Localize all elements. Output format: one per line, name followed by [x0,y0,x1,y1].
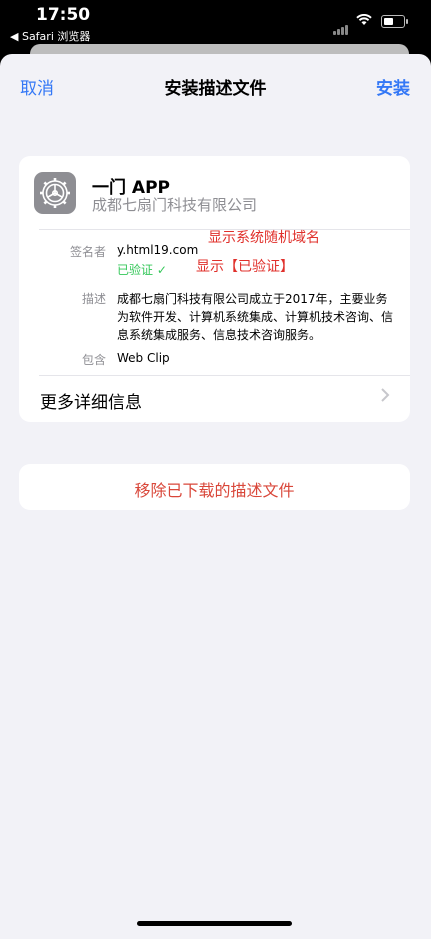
annotation-verified: 显示【已验证】 [196,259,294,275]
remove-profile-button[interactable]: 移除已下载的描述文件 [19,464,410,510]
status-bar: 17:50 ◀ Safari 浏览器 [0,0,431,44]
chevron-right-icon [380,387,390,408]
signer-value: y.html19.com [117,243,199,257]
signal-icon [333,16,349,35]
remove-profile-label: 移除已下载的描述文件 [134,481,295,500]
navigation-bar: 取消 安装描述文件 安装 [0,54,431,114]
battery-icon [381,15,408,28]
page-title: 安装描述文件 [164,79,267,99]
install-profile-sheet: 取消 安装描述文件 安装 一门 APP 成都七扇门科技有限公司 签名者 y.ht… [0,54,431,939]
home-indicator[interactable] [137,921,292,926]
status-time: 17:50 [36,5,91,25]
description-label: 描述 [81,292,106,306]
settings-gear-icon [34,172,76,214]
contains-value: Web Clip [117,351,170,365]
verified-badge: 已验证 ✓ [117,263,167,277]
profile-organization: 成都七扇门科技有限公司 [92,196,258,214]
annotation-random-domain: 显示系统随机域名 [208,230,320,246]
more-details-row[interactable]: 更多详细信息 [19,376,410,422]
back-to-app-link[interactable]: ◀ Safari 浏览器 [10,28,90,44]
description-value: 成都七扇门科技有限公司成立于2017年，主要业务为软件开发、计算机系统集成、计算… [117,292,394,342]
contains-label: 包含 [81,353,106,367]
install-button[interactable]: 安装 [376,74,410,99]
profile-card: 一门 APP 成都七扇门科技有限公司 签名者 y.html19.com 已验证 … [19,156,410,422]
more-details-label: 更多详细信息 [40,393,142,413]
wifi-icon [356,12,372,30]
signer-label: 签名者 [69,245,106,259]
